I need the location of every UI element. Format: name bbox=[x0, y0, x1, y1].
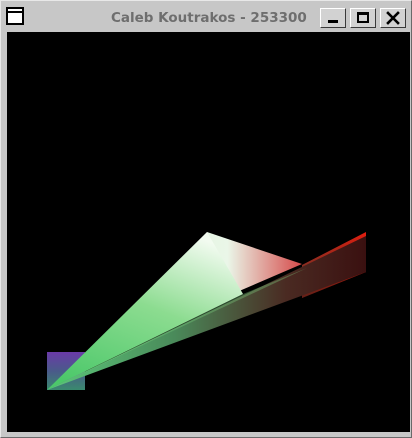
render-viewport[interactable] bbox=[7, 32, 410, 432]
close-icon bbox=[386, 11, 400, 25]
close-button[interactable] bbox=[380, 8, 406, 28]
title-bar[interactable]: Caleb Koutrakos - 253300 bbox=[3, 4, 409, 30]
app-window: Caleb Koutrakos - 253300 bbox=[0, 0, 412, 438]
maximize-button[interactable] bbox=[350, 8, 376, 28]
minimize-button[interactable] bbox=[320, 8, 346, 28]
scene-graphic bbox=[47, 232, 366, 390]
maximize-icon bbox=[357, 12, 369, 23]
minimize-icon bbox=[328, 20, 338, 23]
window-menu-icon[interactable] bbox=[6, 7, 24, 25]
window-title: Caleb Koutrakos - 253300 bbox=[111, 10, 307, 26]
